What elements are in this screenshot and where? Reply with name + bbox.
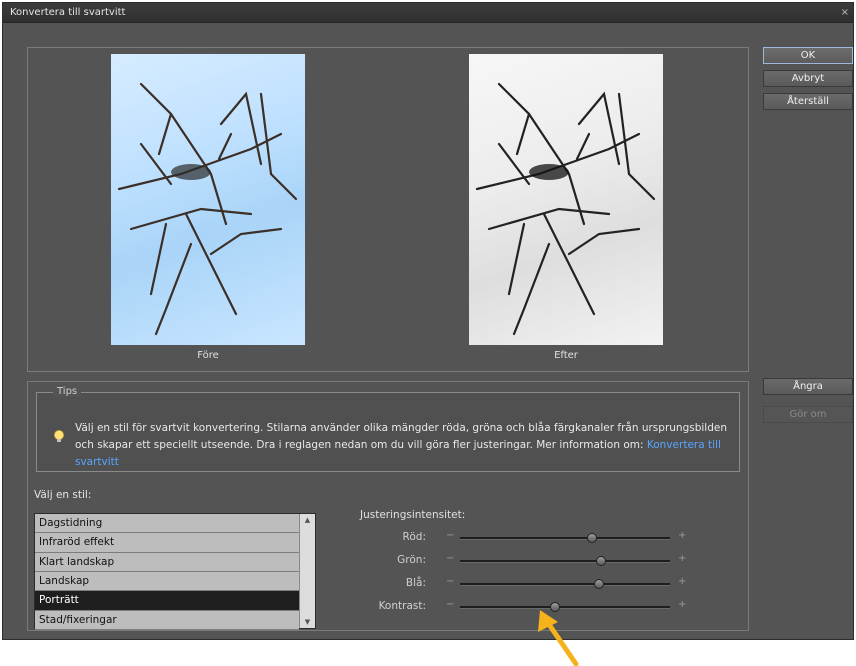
blue-slider[interactable]: Blå: − + [328, 576, 708, 595]
pointer-arrow-icon [538, 610, 579, 666]
slider-track[interactable] [460, 556, 670, 566]
slider-track[interactable] [460, 533, 670, 543]
plus-icon: + [678, 530, 687, 541]
ok-button[interactable]: OK [763, 47, 853, 64]
contrast-slider[interactable]: Kontrast: − + [328, 599, 708, 618]
list-item[interactable]: Landskap [35, 571, 299, 592]
undo-button[interactable]: Ångra [763, 378, 853, 395]
tips-title: Tips [53, 386, 82, 397]
slider-thumb[interactable] [595, 556, 606, 566]
redo-button[interactable]: Gör om [763, 406, 853, 423]
minus-icon: − [446, 553, 455, 564]
slider-label: Kontrast: [378, 600, 426, 612]
plus-icon: + [678, 599, 687, 610]
settings-panel: Tips Välj en stil för svartvit konverter… [27, 381, 749, 631]
after-image [469, 54, 663, 345]
list-item[interactable]: Klart landskap [35, 552, 299, 572]
after-caption: Efter [554, 350, 578, 361]
window-title: Konvertera till svartvitt [10, 7, 126, 18]
list-item-selected[interactable]: Porträtt [35, 591, 299, 611]
adjustment-label: Justeringsintensitet: [360, 509, 466, 521]
slider-thumb[interactable] [593, 579, 604, 589]
plus-icon: + [678, 576, 687, 587]
tips-text: Välj en stil för svartvit konvertering. … [75, 420, 735, 471]
slider-track[interactable] [460, 579, 670, 589]
red-slider[interactable]: Röd: − + [328, 530, 708, 549]
close-icon[interactable]: × [841, 3, 849, 23]
preview-panel: Före Efter [27, 47, 749, 372]
scroll-down-icon[interactable]: ▼ [300, 616, 315, 628]
reset-button[interactable]: Återställ [763, 93, 853, 110]
list-item[interactable]: Infraröd effekt [35, 533, 299, 553]
tips-box: Tips Välj en stil för svartvit konverter… [36, 386, 740, 472]
convert-to-bw-dialog: Konvertera till svartvitt × Före Efter O… [2, 2, 854, 640]
slider-thumb[interactable] [587, 533, 598, 543]
minus-icon: − [446, 576, 455, 587]
green-slider[interactable]: Grön: − + [328, 553, 708, 572]
tips-body: Välj en stil för svartvit konvertering. … [75, 422, 727, 451]
lightbulb-icon [54, 430, 64, 442]
style-label: Välj en stil: [34, 489, 92, 501]
minus-icon: − [446, 599, 455, 610]
before-image [111, 54, 305, 345]
slider-label: Blå: [405, 577, 426, 589]
list-item[interactable]: Stad/fixeringar [35, 610, 299, 630]
slider-label: Röd: [402, 531, 426, 543]
list-item[interactable]: Dagstidning [35, 514, 299, 534]
style-list[interactable]: Dagstidning Infraröd effekt Klart landsk… [34, 513, 316, 630]
scroll-up-icon[interactable]: ▲ [300, 514, 315, 526]
cancel-button[interactable]: Avbryt [763, 70, 853, 87]
slider-label: Grön: [397, 554, 426, 566]
title-bar: Konvertera till svartvitt × [3, 3, 853, 23]
plus-icon: + [678, 553, 687, 564]
list-scrollbar[interactable]: ▲ ▼ [299, 514, 315, 628]
minus-icon: − [446, 530, 455, 541]
before-caption: Före [197, 350, 219, 361]
